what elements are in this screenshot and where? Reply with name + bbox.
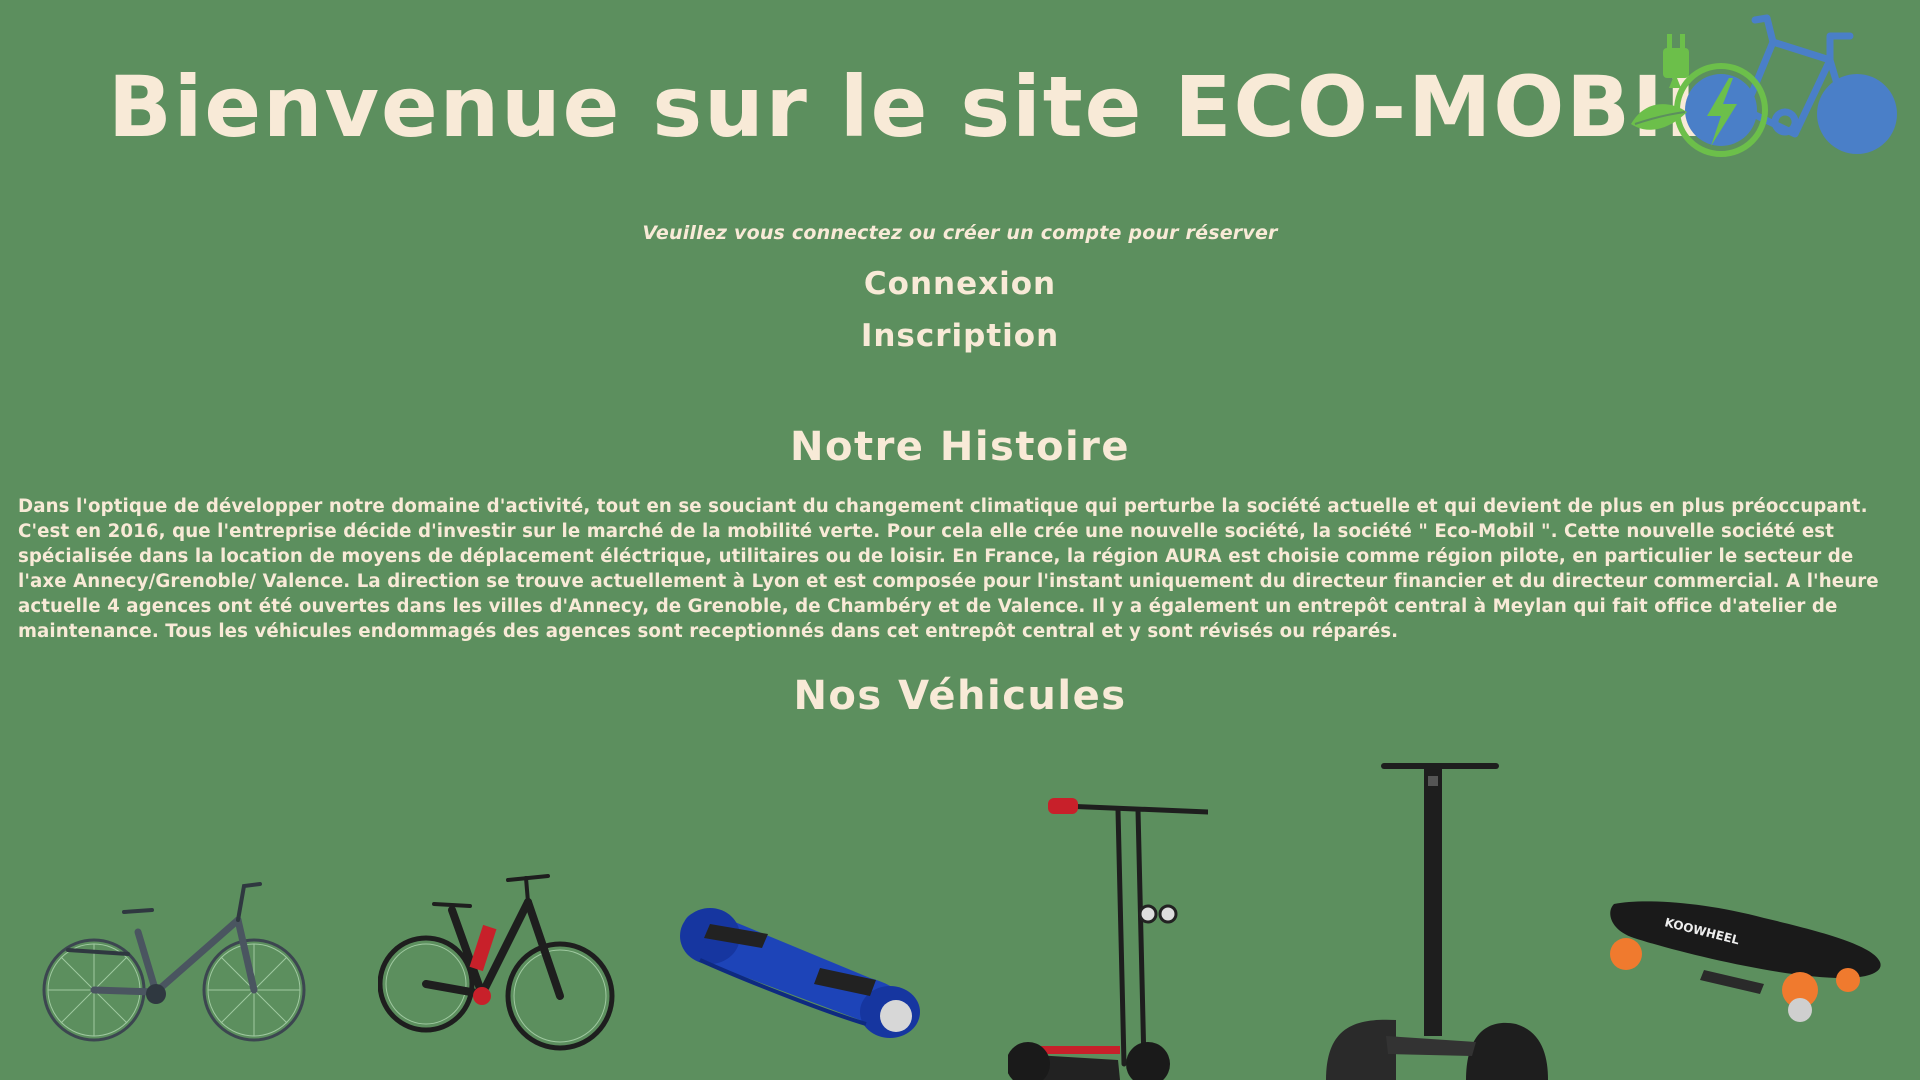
history-paragraph: Dans l'optique de développer notre domai… [18,496,1879,642]
eco-bike-charging-icon[interactable] [1625,14,1900,174]
history-title: Notre Histoire [789,424,1131,470]
auth-prompt: Veuillez vous connectez ou créer un comp… [642,222,1278,244]
page-title: Bienvenue sur le site ECO-MOBIL [108,58,1721,156]
city-ebike-icon[interactable] [38,872,313,1052]
site-header: Bienvenue sur le site ECO-MOBIL [0,0,1920,190]
electric-scooter-icon[interactable] [1008,784,1208,1080]
login-link[interactable]: Connexion [840,258,1080,310]
mountain-ebike-icon[interactable] [378,866,618,1066]
segway-icon[interactable] [1316,756,1556,1080]
auth-section: Veuillez vous connectez ou créer un comp… [0,222,1920,362]
hoverboard-icon[interactable] [670,900,930,1040]
electric-skateboard-icon[interactable]: KOOWHEEL [1604,898,1884,1028]
signup-link[interactable]: Inscription [840,310,1080,362]
vehicles-title: Nos Véhicules [793,673,1127,719]
